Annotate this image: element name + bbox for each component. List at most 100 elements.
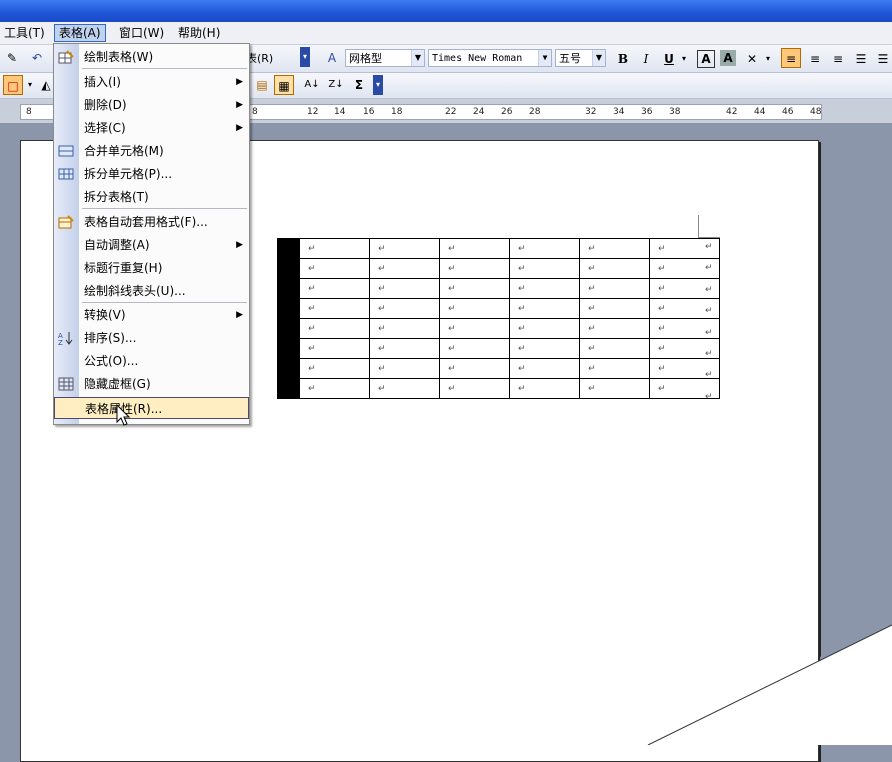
table-cell[interactable]: ↵ — [439, 278, 510, 299]
sort-descending-icon[interactable]: Z↓ — [326, 75, 346, 95]
table-row[interactable]: ↵ ↵ ↵ ↵ ↵ ↵ — [277, 278, 720, 299]
menu-window[interactable]: 窗口(W) — [115, 25, 168, 41]
menu-table[interactable]: 表格(A) — [54, 24, 106, 42]
table-cell[interactable]: ↵ — [439, 258, 510, 279]
menu-item[interactable]: 删除(D) ▶ — [54, 94, 249, 116]
menu-item[interactable]: 表格属性(R)... — [54, 397, 249, 419]
table-cell[interactable]: ↵ — [579, 298, 650, 319]
table-cell[interactable]: ↵ — [299, 358, 370, 379]
selected-column-cell[interactable] — [277, 278, 300, 299]
chevron-down-icon[interactable]: ▾ — [25, 75, 35, 95]
border-icon[interactable]: □ — [3, 75, 23, 95]
table-cell[interactable]: ↵ — [579, 238, 650, 259]
menu-item[interactable]: 拆分表格(T) — [54, 186, 249, 208]
menu-item[interactable]: 合并单元格(M) — [54, 140, 249, 162]
document-table[interactable]: ↵ ↵ ↵ ↵ ↵ ↵ ↵ ↵ ↵ ↵ ↵ ↵ ↵ ↵ ↵ ↵ ↵ ↵ ↵ ↵ ↵ ↵ ↵ ↵ ↵ ↵ ↵ ↵ ↵ ↵ ↵ ↵ ↵ ↵ ↵ ↵ ↵ ↵ ↵ ↵… — [277, 238, 720, 399]
menu-item[interactable]: 转换(V) ▶ — [54, 304, 249, 326]
chevron-down-icon[interactable]: ▾ — [763, 49, 773, 69]
font-combo[interactable]: Times New Roman ▼ — [428, 49, 552, 67]
char-shading-button[interactable]: A — [720, 50, 736, 66]
align-right-icon[interactable]: ≡ — [828, 49, 848, 69]
menu-item[interactable]: 隐藏虚框(G) — [54, 373, 249, 395]
shading-icon[interactable]: ◭ — [38, 75, 54, 95]
selected-column-cell[interactable] — [277, 338, 300, 359]
menu-item[interactable]: 绘制斜线表头(U)... — [54, 280, 249, 302]
selected-column-cell[interactable] — [277, 258, 300, 279]
align-justify-icon[interactable]: ≡ — [781, 48, 801, 68]
table-cell[interactable]: ↵ — [579, 338, 650, 359]
menu-item[interactable]: 绘制表格(W) — [54, 46, 249, 68]
chevron-down-icon[interactable]: ▾ — [679, 49, 689, 69]
table-cell[interactable]: ↵ — [439, 318, 510, 339]
align-center-icon[interactable]: ≡ — [805, 49, 825, 69]
table-cell[interactable]: ↵ — [299, 378, 370, 399]
table-cell[interactable]: ↵ — [369, 318, 440, 339]
table-row[interactable]: ↵ ↵ ↵ ↵ ↵ ↵ — [277, 358, 720, 379]
table-row[interactable]: ↵ ↵ ↵ ↵ ↵ ↵ — [277, 338, 720, 359]
table-cell[interactable]: ↵ — [509, 278, 580, 299]
selected-column-cell[interactable] — [277, 318, 300, 339]
table-cell[interactable]: ↵ — [509, 358, 580, 379]
size-combo[interactable]: 五号 ▼ — [555, 49, 606, 67]
autoformat-icon[interactable]: ▤ — [252, 75, 272, 95]
menu-item[interactable]: 选择(C) ▶ — [54, 117, 249, 139]
table-cell[interactable]: ↵ — [299, 278, 370, 299]
table-cell[interactable]: ↵ — [299, 258, 370, 279]
char-scale-icon[interactable]: ✕ — [742, 49, 762, 69]
table-cell[interactable]: ↵ — [579, 258, 650, 279]
menu-item[interactable]: 自动调整(A) ▶ — [54, 234, 249, 256]
table-cell[interactable]: ↵ — [509, 238, 580, 259]
menu-item[interactable]: 拆分单元格(P)... — [54, 163, 249, 185]
menu-help[interactable]: 帮助(H) — [174, 25, 224, 41]
table-cell[interactable]: ↵ — [369, 358, 440, 379]
selected-column-cell[interactable] — [277, 238, 300, 259]
table-cell[interactable]: ↵ — [439, 378, 510, 399]
table-row[interactable]: ↵ ↵ ↵ ↵ ↵ ↵ — [277, 298, 720, 319]
table-row[interactable]: ↵ ↵ ↵ ↵ ↵ ↵ — [277, 378, 720, 399]
table-cell[interactable]: ↵ — [579, 278, 650, 299]
undo-icon[interactable]: ↶ — [28, 48, 46, 68]
table-cell[interactable]: ↵ — [509, 258, 580, 279]
toolbar-overflow-icon[interactable]: ▾ — [373, 75, 383, 95]
gridlines-icon[interactable]: ▦ — [274, 75, 294, 95]
table-cell[interactable]: ↵ — [439, 338, 510, 359]
table-row[interactable]: ↵ ↵ ↵ ↵ ↵ ↵ — [277, 258, 720, 279]
table-cell[interactable]: ↵ — [509, 318, 580, 339]
table-row[interactable]: ↵ ↵ ↵ ↵ ↵ ↵ — [277, 238, 720, 259]
menu-item[interactable]: 插入(I) ▶ — [54, 71, 249, 93]
line-spacing-icon[interactable]: ☰ — [874, 49, 892, 69]
table-cell[interactable]: ↵ — [509, 338, 580, 359]
selected-column-cell[interactable] — [277, 378, 300, 399]
table-cell[interactable]: ↵ — [369, 298, 440, 319]
chevron-down-icon[interactable]: ▼ — [592, 50, 605, 66]
table-cell[interactable]: ↵ — [369, 258, 440, 279]
table-cell[interactable]: ↵ — [369, 338, 440, 359]
table-cell[interactable]: ↵ — [369, 378, 440, 399]
table-cell[interactable]: ↵ — [439, 238, 510, 259]
chevron-down-icon[interactable]: ▼ — [538, 50, 551, 66]
table-cell[interactable]: ↵ — [369, 278, 440, 299]
toolbar-partial-label[interactable]: 表(R) — [246, 49, 273, 69]
table-cell[interactable]: ↵ — [509, 378, 580, 399]
menu-item[interactable]: 公式(O)... — [54, 350, 249, 372]
table-cell[interactable]: ↵ — [299, 238, 370, 259]
autosum-button[interactable]: Σ — [350, 75, 368, 95]
table-cell[interactable]: ↵ — [299, 338, 370, 359]
styles-pane-icon[interactable]: A — [322, 48, 342, 68]
italic-button[interactable]: I — [637, 49, 655, 69]
selected-column-cell[interactable] — [277, 358, 300, 379]
distributed-align-icon[interactable]: ☰ — [851, 49, 871, 69]
table-cell[interactable]: ↵ — [439, 358, 510, 379]
sort-ascending-icon[interactable]: A↓ — [302, 75, 322, 95]
char-border-button[interactable]: A — [697, 50, 715, 68]
table-cell[interactable]: ↵ — [299, 318, 370, 339]
table-cell[interactable]: ↵ — [369, 238, 440, 259]
toolbar-overflow-icon[interactable]: ▾ — [300, 47, 310, 67]
menu-item[interactable]: A Z 排序(S)... — [54, 327, 249, 349]
menu-tools[interactable]: 工具(T) — [0, 25, 49, 41]
menu-item[interactable]: 表格自动套用格式(F)... — [54, 211, 249, 233]
table-cell[interactable]: ↵ — [579, 358, 650, 379]
underline-button[interactable]: U — [660, 49, 678, 69]
table-cell[interactable]: ↵ — [579, 378, 650, 399]
bold-button[interactable]: B — [614, 49, 632, 69]
